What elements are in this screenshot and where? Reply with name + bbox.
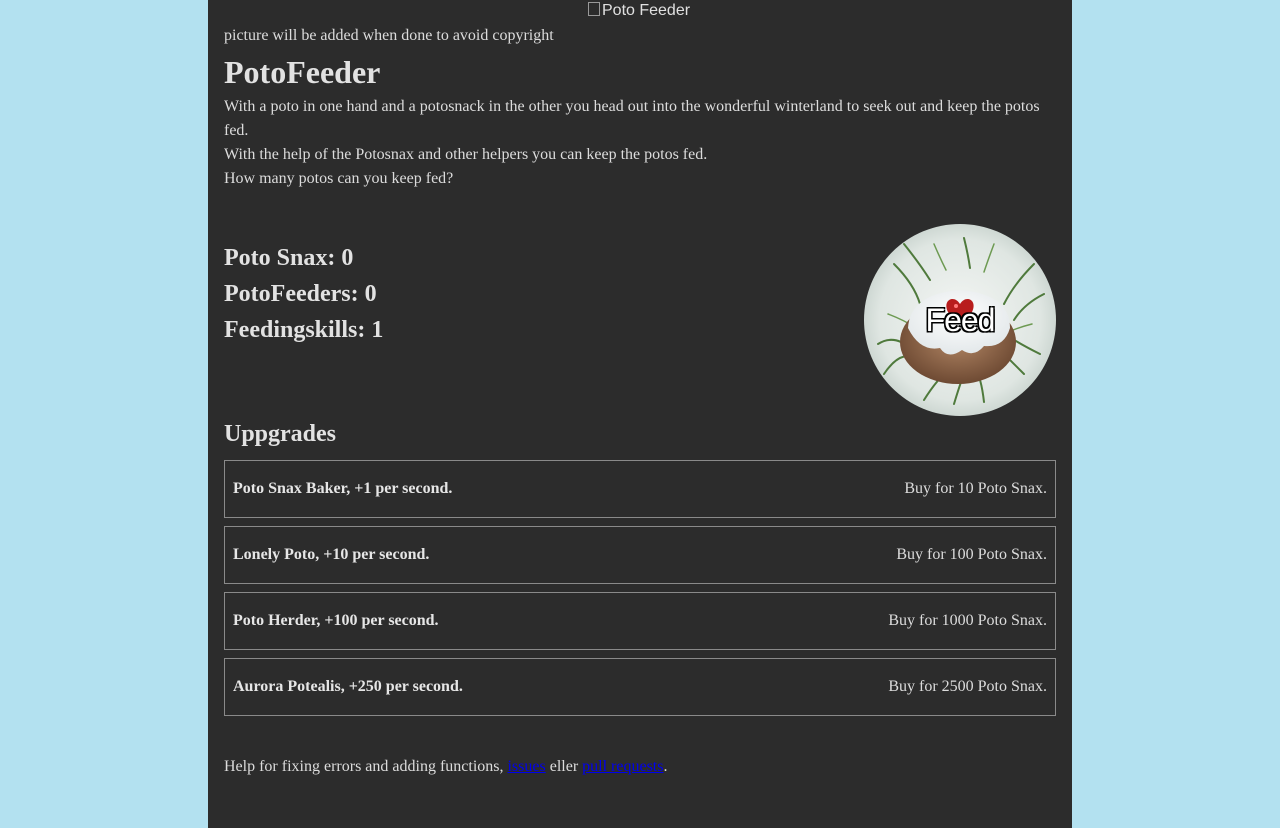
- potofeeders-count: PotoFeeders: 0: [224, 281, 377, 307]
- feedingskills-count: Feedingskills: 1: [224, 317, 384, 343]
- upgrades-list: Poto Snax Baker, +1 per second. Buy for …: [224, 460, 1056, 724]
- poto-snax-count: Poto Snax: 0: [224, 245, 354, 271]
- footer-text-mid: eller: [545, 758, 583, 775]
- banner-image: Poto Feeder: [588, 1, 690, 21]
- broken-image-icon: [588, 2, 600, 16]
- footer-text-before: Help for fixing errors and adding functi…: [224, 758, 508, 775]
- feed-button[interactable]: Feed: [864, 224, 1056, 416]
- upgrades-heading: Uppgrades: [224, 421, 337, 447]
- intro-paragraph: With the help of the Potosnax and other …: [224, 146, 708, 163]
- page-container: Poto Feeder picture will be added when d…: [208, 0, 1072, 828]
- upgrade-price: Buy for 10 Poto Snax.: [904, 480, 1047, 497]
- intro-paragraph: How many potos can you keep fed?: [224, 170, 454, 187]
- intro-paragraph: With a poto in one hand and a potosnack …: [224, 98, 1040, 139]
- feed-label: Feed: [925, 301, 996, 338]
- stats-panel: Poto Snax: 0 PotoFeeders: 0 Feedingskill…: [224, 240, 383, 348]
- upgrade-price: Buy for 2500 Poto Snax.: [888, 678, 1047, 695]
- footer-text-after: .: [663, 758, 668, 775]
- banner-alt-text: Poto Feeder: [602, 2, 691, 19]
- copyright-note: picture will be added when done to avoid…: [224, 27, 554, 44]
- upgrade-name: Poto Snax Baker, +1 per second.: [233, 480, 453, 497]
- upgrade-lonely-poto[interactable]: Lonely Poto, +10 per second. Buy for 100…: [224, 526, 1056, 584]
- upgrade-name: Lonely Poto, +10 per second.: [233, 546, 430, 563]
- footer-text: Help for fixing errors and adding functi…: [224, 756, 667, 778]
- pull-requests-link[interactable]: pull requests: [582, 758, 663, 775]
- intro-text: With a poto in one hand and a potosnack …: [224, 95, 1056, 191]
- upgrade-name: Aurora Potealis, +250 per second.: [233, 678, 463, 695]
- page-title: PotoFeeder: [224, 54, 381, 90]
- upgrade-poto-herder[interactable]: Poto Herder, +100 per second. Buy for 10…: [224, 592, 1056, 650]
- upgrade-aurora-potealis[interactable]: Aurora Potealis, +250 per second. Buy fo…: [224, 658, 1056, 716]
- upgrade-price: Buy for 100 Poto Snax.: [896, 546, 1047, 563]
- issues-link[interactable]: issues: [507, 758, 545, 775]
- upgrade-poto-snax-baker[interactable]: Poto Snax Baker, +1 per second. Buy for …: [224, 460, 1056, 518]
- upgrade-name: Poto Herder, +100 per second.: [233, 612, 439, 629]
- upgrade-price: Buy for 1000 Poto Snax.: [888, 612, 1047, 629]
